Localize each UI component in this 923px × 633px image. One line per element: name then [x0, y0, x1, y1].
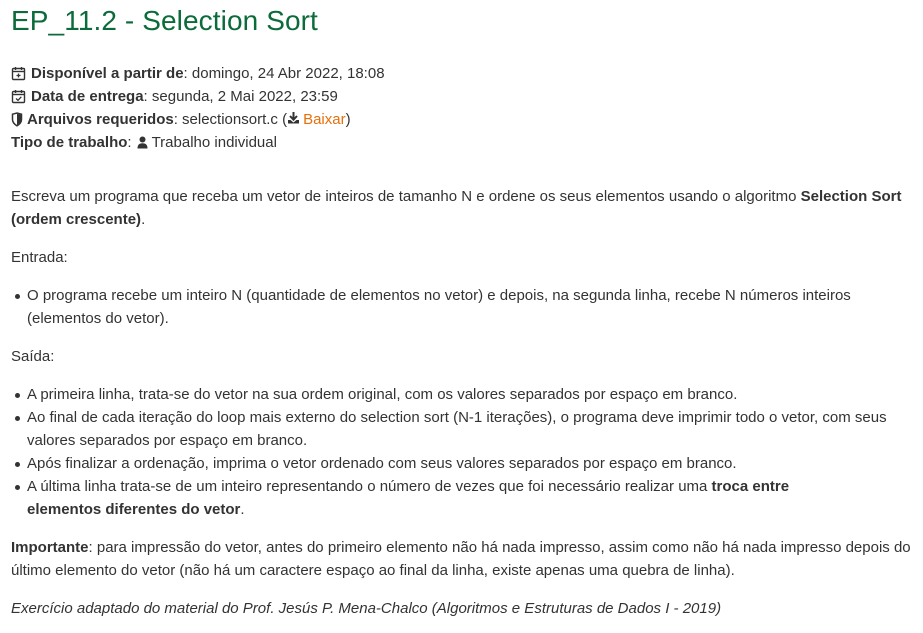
due-value: : segunda, 2 Mai 2022, 23:59 — [143, 88, 338, 105]
available-date-row: Disponível a partir de : domingo, 24 Abr… — [11, 62, 912, 85]
intro-end: . — [141, 211, 146, 228]
download-link-label: Baixar — [303, 111, 346, 128]
assignment-description: Escreva um programa que receba um vetor … — [11, 185, 912, 620]
output-heading: Saída: — [11, 348, 55, 365]
user-icon — [137, 135, 148, 150]
work-type-value: Trabalho individual — [151, 134, 277, 151]
work-type-label: Tipo de trabalho — [11, 134, 128, 151]
due-date-row: Data de entrega : segunda, 2 Mai 2022, 2… — [11, 85, 912, 108]
last-item-bold-2: elementos diferentes do vetor — [27, 501, 241, 518]
required-files-row: Arquivos requeridos : selectionsort.c ( … — [11, 108, 912, 131]
last-item-end: . — [240, 501, 245, 518]
required-files-label: Arquivos requeridos — [27, 111, 174, 128]
page-title: EP_11.2 - Selection Sort — [11, 5, 318, 36]
required-files-value: : selectionsort.c ( — [173, 111, 288, 128]
last-item-bold-1: troca entre — [711, 478, 790, 495]
due-label: Data de entrega — [31, 88, 144, 105]
required-files-close: ) — [345, 111, 351, 128]
available-value: : domingo, 24 Abr 2022, 18:08 — [183, 65, 385, 82]
credit-text: Exercício adaptado do material do Prof. … — [11, 600, 722, 617]
credit-paragraph: Exercício adaptado do material do Prof. … — [11, 597, 912, 620]
input-list: O programa recebe um inteiro N (quantida… — [11, 284, 912, 330]
list-item: O programa recebe um inteiro N (quantida… — [15, 284, 912, 330]
important-paragraph: Importante: para impressão do vetor, ant… — [11, 536, 912, 582]
download-icon — [287, 109, 300, 124]
intro-paragraph: Escreva um programa que receba um vetor … — [11, 185, 912, 231]
list-item: A primeira linha, trata-se do vetor na s… — [15, 383, 912, 406]
list-item: Ao final de cada iteração do loop mais e… — [15, 406, 912, 452]
important-label: Importante — [11, 539, 89, 556]
list-item: A última linha trata-se de um inteiro re… — [15, 475, 912, 521]
important-text: : para impressão do vetor, antes do prim… — [11, 539, 911, 579]
calendar-plus-icon — [11, 66, 26, 81]
work-type-row: Tipo de trabalho : Trabalho individual — [11, 131, 912, 154]
output-list: A primeira linha, trata-se do vetor na s… — [11, 383, 912, 521]
assignment-meta: Disponível a partir de : domingo, 24 Abr… — [11, 62, 912, 154]
available-label: Disponível a partir de — [31, 65, 184, 82]
input-heading: Entrada: — [11, 249, 68, 266]
assignment-page: EP_11.2 - Selection Sort Disponível a pa… — [0, 0, 923, 633]
last-item-text: A última linha trata-se de um inteiro re… — [27, 478, 712, 495]
work-type-sep: : — [127, 134, 132, 151]
shield-icon — [11, 112, 23, 127]
list-item: Após finalizar a ordenação, imprima o ve… — [15, 452, 912, 475]
intro-text: Escreva um programa que receba um vetor … — [11, 188, 801, 205]
calendar-check-icon — [11, 89, 26, 104]
download-link[interactable]: Baixar — [287, 108, 346, 131]
